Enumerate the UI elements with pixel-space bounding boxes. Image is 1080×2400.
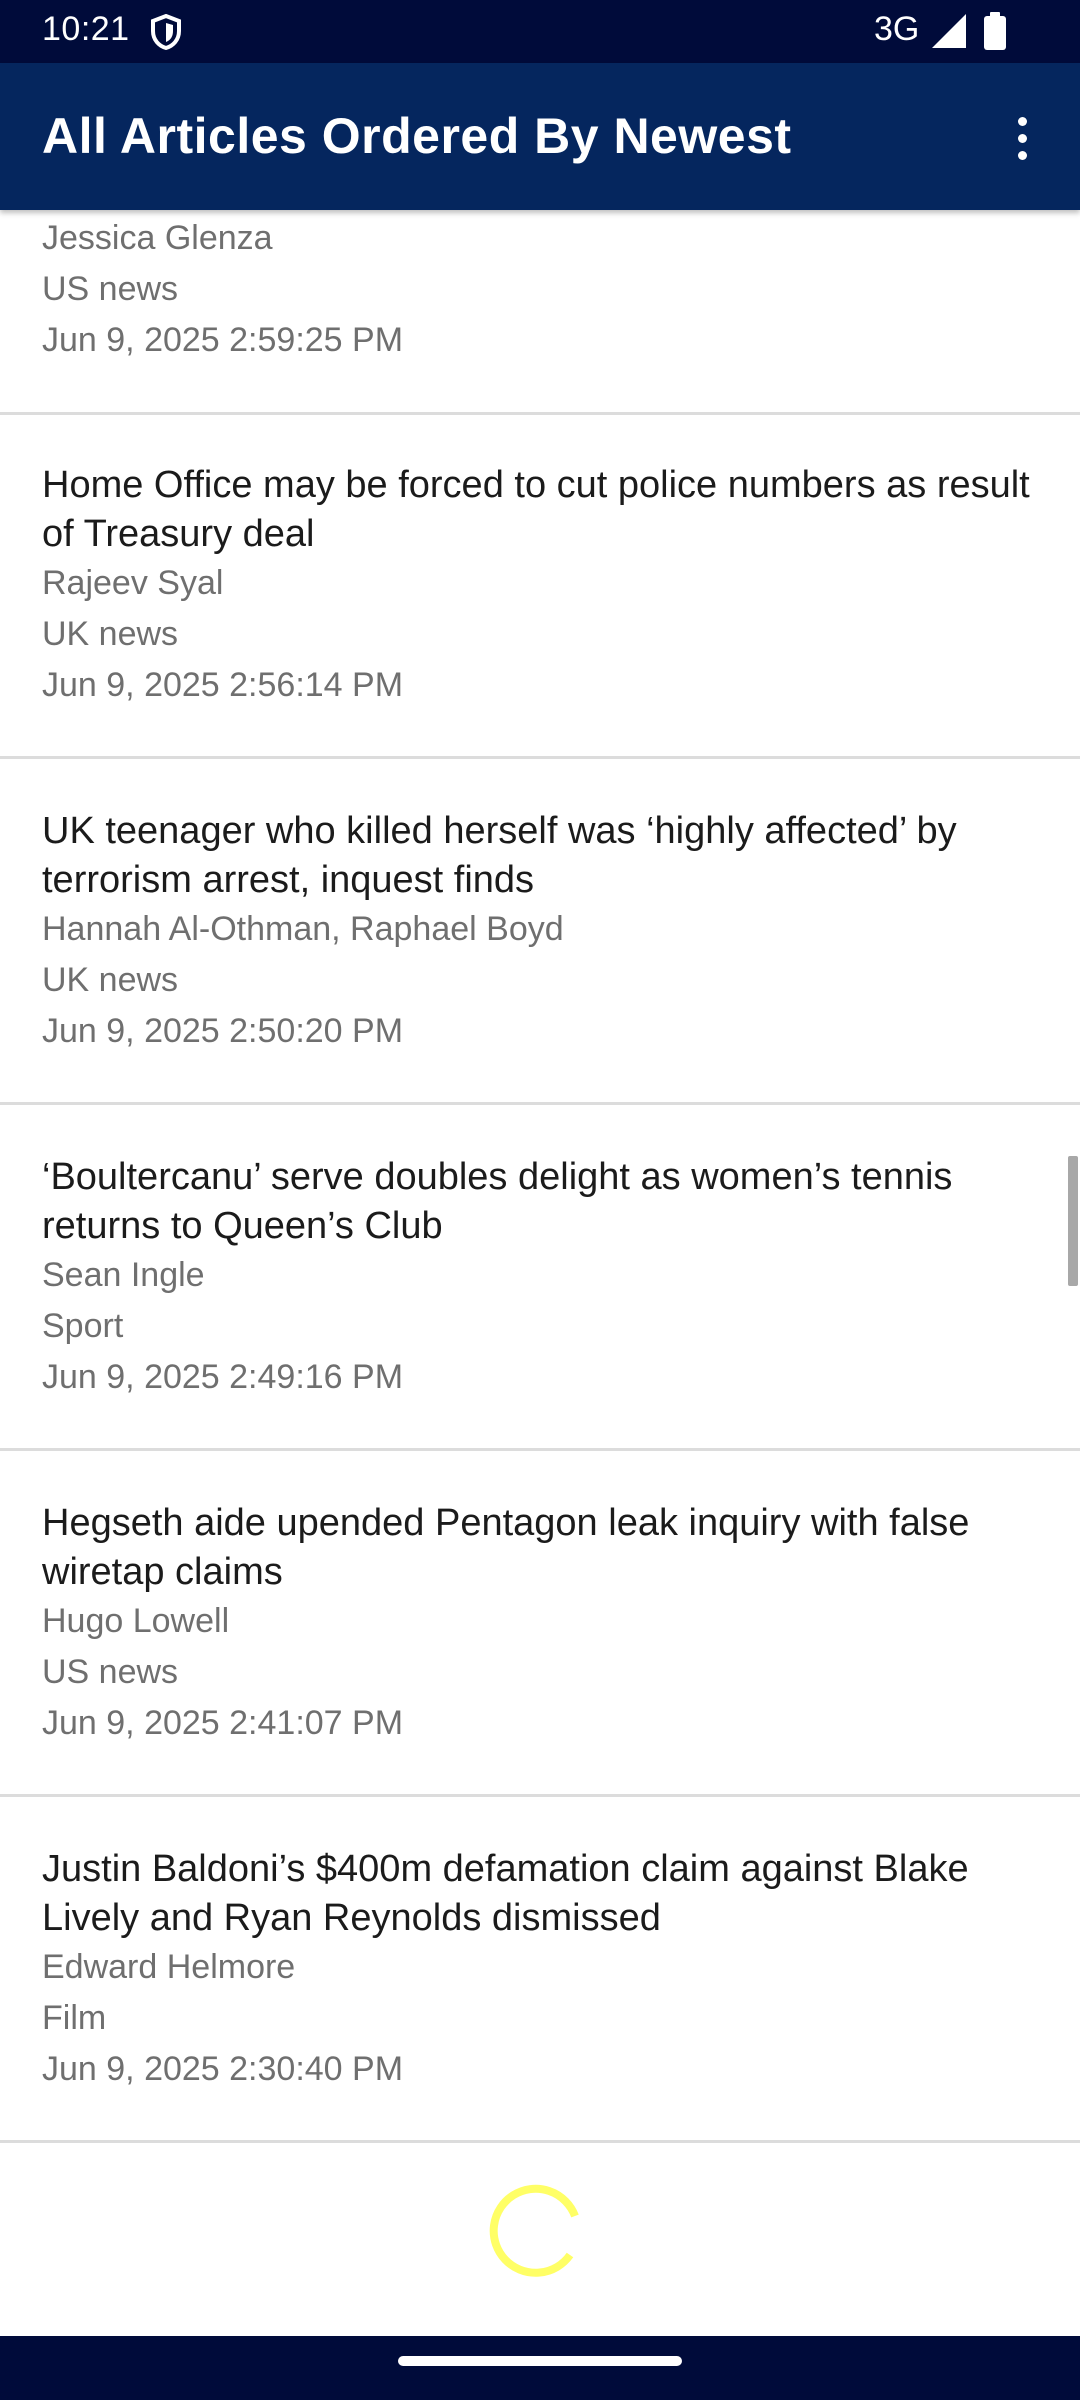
overflow-menu-icon[interactable] — [990, 103, 1054, 175]
article-section: UK news — [42, 615, 179, 653]
article-title: Justin Baldoni’s $400m defamation claim … — [42, 1848, 969, 1939]
status-bar: 10:21 3G — [0, 0, 1080, 63]
article-title: ‘Boultercanu’ serve doubles delight as w… — [42, 1156, 953, 1247]
article-title: Hegseth aide upended Pentagon leak inqui… — [42, 1502, 970, 1593]
scrollbar-thumb[interactable] — [1068, 1156, 1078, 1286]
article-item[interactable]: Justin Baldoni’s $400m defamation claim … — [0, 1799, 1080, 2143]
status-time: 10:21 — [42, 10, 130, 48]
article-date: Jun 9, 2025 2:30:40 PM — [42, 2050, 404, 2088]
battery-icon — [984, 12, 1006, 50]
app-bar: All Articles Ordered By Newest — [0, 63, 1080, 210]
article-title: UK teenager who killed herself was ‘high… — [42, 810, 957, 901]
article-author: Rajeev Syal — [42, 564, 224, 602]
navigation-bar — [0, 2336, 1080, 2400]
article-author: Sean Ingle — [42, 1256, 205, 1294]
article-date: Jun 9, 2025 2:50:20 PM — [42, 1012, 404, 1050]
article-title: Home Office may be forced to cut police … — [42, 464, 1030, 555]
article-item[interactable]: UK teenager who killed herself was ‘high… — [0, 761, 1080, 1105]
article-section: US news — [42, 270, 179, 308]
article-date: Jun 9, 2025 2:56:14 PM — [42, 666, 404, 704]
shield-icon — [151, 14, 181, 50]
article-item[interactable]: Home Office may be forced to cut police … — [0, 415, 1080, 759]
article-section: US news — [42, 1653, 179, 1691]
page-title: All Articles Ordered By Newest — [42, 108, 792, 164]
loading-spinner-icon — [489, 2184, 579, 2277]
article-section: Film — [42, 1999, 107, 2037]
article-section: UK news — [42, 961, 179, 999]
signal-icon — [932, 14, 966, 48]
article-date: Jun 9, 2025 2:41:07 PM — [42, 1704, 404, 1742]
network-type: 3G — [874, 10, 920, 48]
article-author: Jessica Glenza — [42, 219, 273, 257]
article-item[interactable]: ‘Boultercanu’ serve doubles delight as w… — [0, 1107, 1080, 1451]
article-date: Jun 9, 2025 2:59:25 PM — [42, 321, 404, 359]
article-author: Edward Helmore — [42, 1948, 296, 1986]
article-section: Sport — [42, 1307, 124, 1345]
article-author: Hannah Al-Othman, Raphael Boyd — [42, 910, 564, 948]
article-item[interactable]: Hegseth aide upended Pentagon leak inqui… — [0, 1453, 1080, 1797]
article-author: Hugo Lowell — [42, 1602, 230, 1640]
article-date: Jun 9, 2025 2:49:16 PM — [42, 1358, 404, 1396]
home-handle[interactable] — [398, 2356, 682, 2366]
